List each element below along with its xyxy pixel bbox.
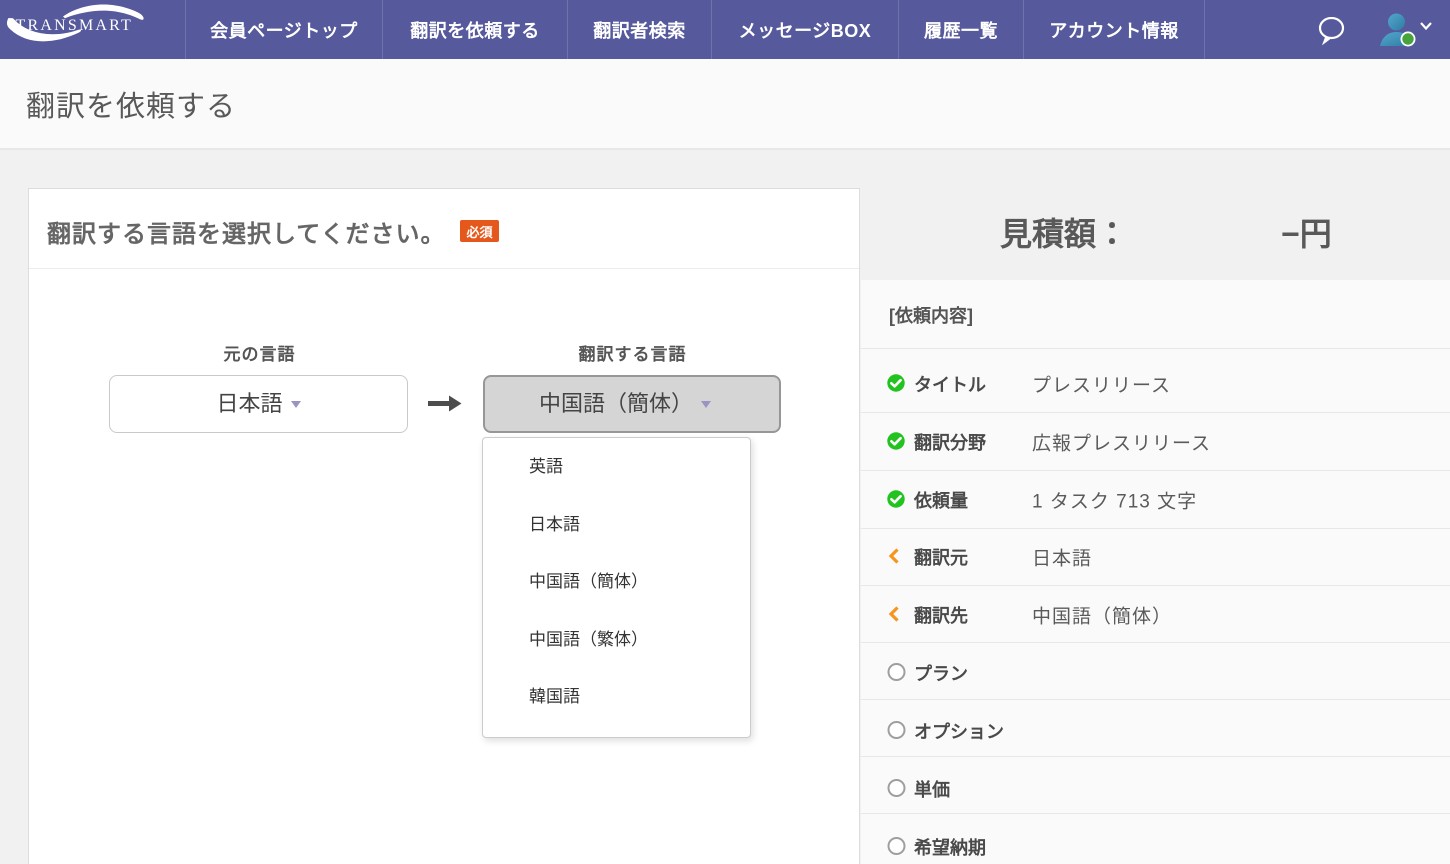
svg-text:TRANSMART: TRANSMART: [16, 17, 134, 34]
